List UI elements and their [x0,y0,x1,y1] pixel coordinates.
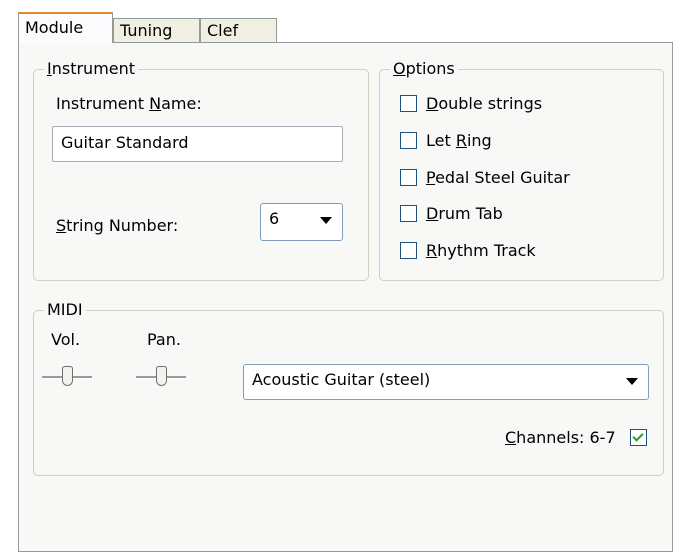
chevron-down-icon [320,217,332,224]
midi-group: MIDI Vol. Pan. Acoustic Guitar (steel) C… [33,300,664,476]
options-group: Options Double strings Let Ring Pedal St… [379,59,664,281]
tab-label: Clef [207,21,239,40]
pan-label: Pan. [147,330,181,349]
midi-instrument-value: Acoustic Guitar (steel) [252,370,431,389]
string-number-select[interactable]: 6 [260,203,343,241]
pedal-steel-guitar-checkbox[interactable] [400,169,417,186]
double-strings-label: Double strings [426,94,543,113]
channels-option[interactable]: Channels: 6-7 [505,428,647,450]
let-ring-label: Let Ring [426,131,492,150]
tab-clef[interactable]: Clef [200,18,277,42]
drum-tab-label: Drum Tab [426,204,503,223]
chevron-down-icon [626,378,638,385]
rhythm-track-label: Rhythm Track [426,241,536,260]
module-panel: Instrument Instrument Name: Guitar Stand… [18,42,673,552]
string-number-label: String Number: [56,216,179,235]
string-number-value: 6 [269,209,280,228]
midi-instrument-select[interactable]: Acoustic Guitar (steel) [243,364,649,400]
options-group-title: Options [390,59,458,79]
tab-tuning[interactable]: Tuning [113,18,200,42]
instrument-name-label: Instrument Name: [56,94,202,113]
tab-module[interactable]: Module [18,12,113,43]
pan-slider-thumb[interactable] [156,366,167,386]
rhythm-track-checkbox[interactable] [400,242,417,259]
pan-slider[interactable] [136,364,186,390]
double-strings-checkbox[interactable] [400,95,417,112]
midi-group-title: MIDI [44,300,86,320]
volume-slider[interactable] [42,364,92,390]
instrument-group: Instrument Instrument Name: Guitar Stand… [33,59,369,281]
channels-label: Channels: 6-7 [505,428,616,447]
drum-tab-checkbox[interactable] [400,205,417,222]
instrument-group-title: Instrument [44,59,139,79]
instrument-name-input[interactable]: Guitar Standard [52,126,343,162]
tab-label: Tuning [120,21,173,40]
tab-label: Module [25,18,84,37]
volume-label: Vol. [51,330,81,349]
let-ring-checkbox[interactable] [400,132,417,149]
volume-slider-thumb[interactable] [62,366,73,386]
pedal-steel-guitar-label: Pedal Steel Guitar [426,168,570,187]
channels-checkbox[interactable] [630,429,647,446]
instrument-name-value: Guitar Standard [61,133,189,152]
